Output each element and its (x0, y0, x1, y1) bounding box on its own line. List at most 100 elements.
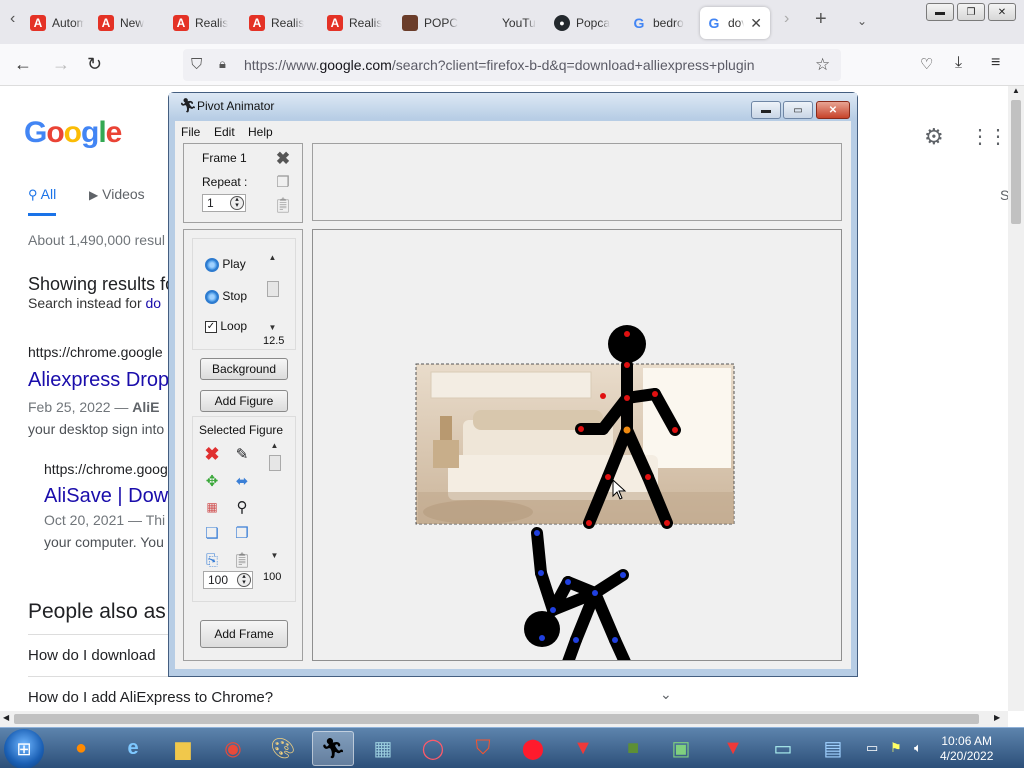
minimize-button[interactable]: ▬ (926, 3, 954, 21)
scrollbar-thumb[interactable] (14, 714, 979, 724)
taskbar-clock[interactable]: 10:06 AM 4/20/2022 (940, 734, 993, 764)
repeat-spinner[interactable]: 1 ▴ ▾ (202, 194, 246, 212)
new-tab-icon[interactable]: + (815, 8, 827, 31)
slider-down-icon[interactable]: ▼ (267, 551, 282, 560)
scrollbar-thumb[interactable] (1011, 100, 1021, 224)
figure-size-spinner[interactable]: 100 ▴ ▾ (203, 571, 253, 589)
speed-slider[interactable]: ▲ ▼ (265, 253, 281, 333)
volume-icon[interactable]: 🔈︎ (914, 740, 922, 756)
loop-checkbox[interactable]: ✓ Loop (205, 319, 247, 333)
taskbar-internet-explorer[interactable]: e (112, 731, 154, 766)
taskbar-minecraft[interactable]: ■ (612, 731, 654, 766)
browser-tab[interactable]: A New (92, 7, 154, 39)
window-titlebar[interactable]: 🏃︎ Pivot Animator ▬ ▭ ✕ (169, 93, 857, 119)
add-figure-button[interactable]: Add Figure (200, 390, 288, 412)
paa-question[interactable]: How do I add AliExpress to Chrome? (28, 689, 273, 706)
color-palette-icon[interactable]: ▦ (203, 498, 221, 516)
menu-file[interactable]: File (181, 125, 200, 139)
close-button[interactable]: ✕ (816, 101, 850, 119)
center-figure-icon[interactable]: ✥ (203, 472, 221, 490)
taskbar-control-panel[interactable]: ▦ (362, 731, 404, 766)
slider-thumb[interactable] (267, 281, 279, 297)
taskbar-vivaldi[interactable]: ▼ (712, 731, 754, 766)
add-frame-button[interactable]: Add Frame (200, 620, 288, 648)
result-url[interactable]: https://chrome.google (28, 344, 163, 360)
fallen-figure-head[interactable] (524, 611, 560, 647)
browser-tab[interactable]: ● Popca (548, 7, 614, 39)
close-tab-icon[interactable]: ✕ (750, 15, 762, 32)
taskbar-brave[interactable]: ⛉ (462, 731, 504, 766)
tab-scroll-left-icon[interactable]: ‹ (10, 10, 15, 28)
forward-arrow-icon[interactable]: → (52, 54, 70, 75)
background-button[interactable]: Background (200, 358, 288, 380)
url-text[interactable]: https://www.google.com/search?client=fir… (244, 57, 755, 73)
slider-up-icon[interactable]: ▲ (265, 253, 280, 262)
copy-figure-icon[interactable]: ⎘ (203, 551, 221, 569)
reload-icon[interactable]: ↻ (87, 54, 102, 75)
taskbar-task-manager[interactable]: ▣ (660, 731, 702, 766)
slider-down-icon[interactable]: ▼ (265, 323, 280, 332)
stick-figure-head[interactable] (608, 325, 646, 363)
slider-thumb[interactable] (269, 455, 281, 471)
minimize-button[interactable]: ▬ (751, 101, 781, 119)
scroll-up-icon[interactable]: ▲ (1012, 86, 1020, 95)
browser-tab[interactable]: Gbedro (625, 7, 691, 39)
scroll-left-icon[interactable]: ◀ (3, 713, 9, 722)
result-title-link[interactable]: Aliexpress Drop (28, 369, 169, 392)
taskbar-explorer[interactable]: ▆ (162, 731, 204, 766)
send-backward-icon[interactable]: ❐ (233, 524, 251, 542)
bedroom-background-image[interactable] (415, 363, 735, 525)
search-instead-link[interactable]: do (146, 295, 162, 311)
google-logo[interactable]: Google (24, 116, 122, 150)
taskbar-opera-gx[interactable]: ◯ (412, 731, 454, 766)
stop-control[interactable]: Stop (205, 289, 247, 304)
page-vertical-scrollbar[interactable]: ▲ (1008, 86, 1024, 711)
taskbar-firefox[interactable]: ● (60, 731, 102, 766)
taskbar-remote-desktop[interactable]: ▭ (762, 731, 804, 766)
tab-scroll-right-icon[interactable]: › (784, 10, 789, 28)
page-horizontal-scrollbar[interactable]: ◀ ▶ (0, 711, 1008, 727)
browser-tab[interactable]: A Realis (321, 7, 385, 39)
animation-canvas[interactable] (312, 229, 842, 661)
lock-icon[interactable]: 🔒︎ (219, 56, 226, 72)
settings-gear-icon[interactable]: ⚙ (924, 124, 944, 150)
close-window-button[interactable]: ✕ (988, 3, 1016, 21)
delete-figure-icon[interactable]: ✖ (203, 444, 221, 464)
canvas-drawing[interactable] (313, 230, 842, 661)
apps-grid-icon[interactable]: ⋮⋮⋮ (970, 124, 1008, 149)
tab-all[interactable]: ⚲ All (28, 186, 57, 216)
taskbar-photo-viewer[interactable]: ▤ (812, 731, 854, 766)
pocket-icon[interactable]: ♡ (920, 55, 933, 73)
figure-size-slider[interactable]: ▲ ▼ (267, 441, 283, 563)
downloads-icon[interactable]: ⤓ (955, 54, 962, 72)
browser-tab[interactable]: A Autom (24, 7, 84, 39)
delete-frame-icon[interactable]: ✖ (274, 149, 292, 168)
maximize-button[interactable]: ▭ (783, 101, 813, 119)
taskbar-pivot-animator[interactable]: 🏃︎ (312, 731, 354, 766)
list-tabs-icon[interactable]: ⌄ (857, 14, 867, 28)
network-alert-icon[interactable]: ⚑ (890, 740, 902, 756)
bookmark-star-icon[interactable]: ☆ (815, 55, 830, 75)
paste-frame-icon[interactable]: 📋︎ (273, 196, 292, 214)
bring-forward-icon[interactable]: ❏ (203, 524, 221, 542)
tools-tab[interactable]: S (1000, 187, 1008, 203)
browser-tab[interactable]: A Realis (243, 7, 307, 39)
flip-figure-icon[interactable]: ⬌ (233, 472, 251, 490)
start-button[interactable]: ⊞ (4, 729, 44, 768)
back-arrow-icon[interactable]: ← (14, 54, 32, 75)
copy-frame-icon[interactable]: ❐ (274, 173, 292, 191)
browser-tab[interactable]: A Realis (167, 7, 231, 39)
tray-expand-icon[interactable]: ▭ (866, 740, 878, 756)
menu-edit[interactable]: Edit (214, 125, 235, 139)
frames-strip[interactable] (312, 143, 842, 221)
play-control[interactable]: Play (205, 257, 246, 272)
restore-button[interactable]: ❐ (957, 3, 985, 21)
taskbar-opera[interactable]: ⬤ (512, 731, 554, 766)
result-title-link[interactable]: AliSave | Dow (44, 485, 168, 508)
browser-tab[interactable]: YouTu (474, 7, 536, 39)
spinner-arrows-icon[interactable]: ▴ ▾ (237, 573, 251, 587)
chevron-down-icon[interactable]: ⌄ (660, 686, 672, 703)
segment-tool-icon[interactable]: ⚲ (233, 498, 251, 516)
browser-tab[interactable]: POPC (396, 7, 462, 39)
menu-help[interactable]: Help (248, 125, 273, 139)
